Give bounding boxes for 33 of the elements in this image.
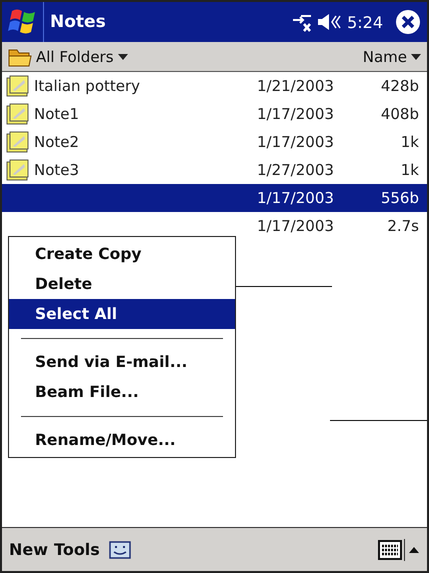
note-size: 428b [380,77,420,95]
speaker-icon[interactable] [317,12,342,32]
keyboard-button[interactable] [376,538,404,562]
note-name: Italian pottery [34,77,140,95]
window-title: Notes [50,12,107,32]
folder-dropdown[interactable]: All Folders [6,46,130,68]
note-date: 1/27/2003 [257,161,335,179]
menu-button[interactable]: Tools [51,540,103,559]
note-name: Note2 [34,133,80,151]
sort-dropdown[interactable]: Name [360,48,423,66]
connectivity-icon[interactable] [291,12,314,32]
note-size: 408b [380,105,420,123]
note-size: 556b [380,189,420,207]
note-date: 1/17/2003 [257,189,335,207]
menu-item[interactable]: Select All [9,299,235,329]
note-date: 1/17/2003 [257,217,335,235]
note-date: 1/17/2003 [257,105,335,123]
caret-icon [411,54,421,60]
close-icon[interactable] [395,9,421,35]
clock[interactable]: 5:24 [347,12,383,32]
flag-icon [8,8,38,36]
note-name: Note3 [34,161,80,179]
note-size: 1k [400,161,420,179]
note-row[interactable]: 1/17/2003 556b [2,184,427,212]
menu-button[interactable]: New [6,540,52,559]
note-size: 1k [400,133,420,151]
keyboard-icon [378,540,402,560]
caret-icon [118,54,128,60]
note-name: Note1 [34,105,80,123]
note-date: 1/21/2003 [257,77,335,95]
note-size: 2.7s [386,217,420,235]
note-date: 1/17/2003 [257,133,335,151]
up-arrow-icon [409,546,419,552]
